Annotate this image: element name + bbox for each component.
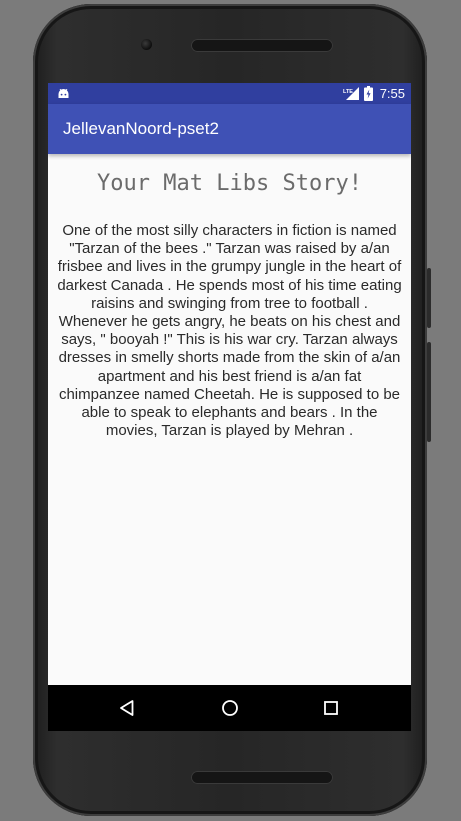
app-title: JellevanNoord-pset2 bbox=[63, 119, 219, 138]
power-button bbox=[427, 268, 431, 328]
story-content: Your Mat Libs Story! One of the most sil… bbox=[48, 154, 411, 685]
app-bar: JellevanNoord-pset2 bbox=[48, 104, 411, 154]
bottom-speaker bbox=[191, 771, 333, 784]
front-camera bbox=[141, 39, 152, 50]
story-text: One of the most silly characters in fict… bbox=[57, 222, 402, 440]
status-bar: LTE 7:55 bbox=[48, 83, 411, 104]
status-time: 7:55 bbox=[379, 86, 405, 101]
battery-charging-icon bbox=[363, 86, 373, 101]
recents-button[interactable] bbox=[319, 696, 343, 720]
navigation-bar bbox=[48, 685, 411, 731]
top-speaker bbox=[191, 39, 333, 52]
android-notification-icon bbox=[58, 88, 69, 98]
volume-button bbox=[427, 342, 431, 442]
story-title: Your Mat Libs Story! bbox=[97, 171, 362, 196]
back-icon bbox=[120, 700, 134, 716]
status-icons: LTE 7:55 bbox=[343, 85, 405, 102]
lte-signal-icon: LTE bbox=[343, 87, 359, 100]
home-button[interactable] bbox=[218, 696, 242, 720]
recents-icon bbox=[324, 701, 338, 715]
back-button[interactable] bbox=[115, 696, 139, 720]
device-screen: LTE 7:55 JellevanNoord-pset2 Your Mat Li… bbox=[48, 83, 411, 731]
svg-text:LTE: LTE bbox=[343, 89, 353, 95]
home-icon bbox=[222, 700, 238, 716]
